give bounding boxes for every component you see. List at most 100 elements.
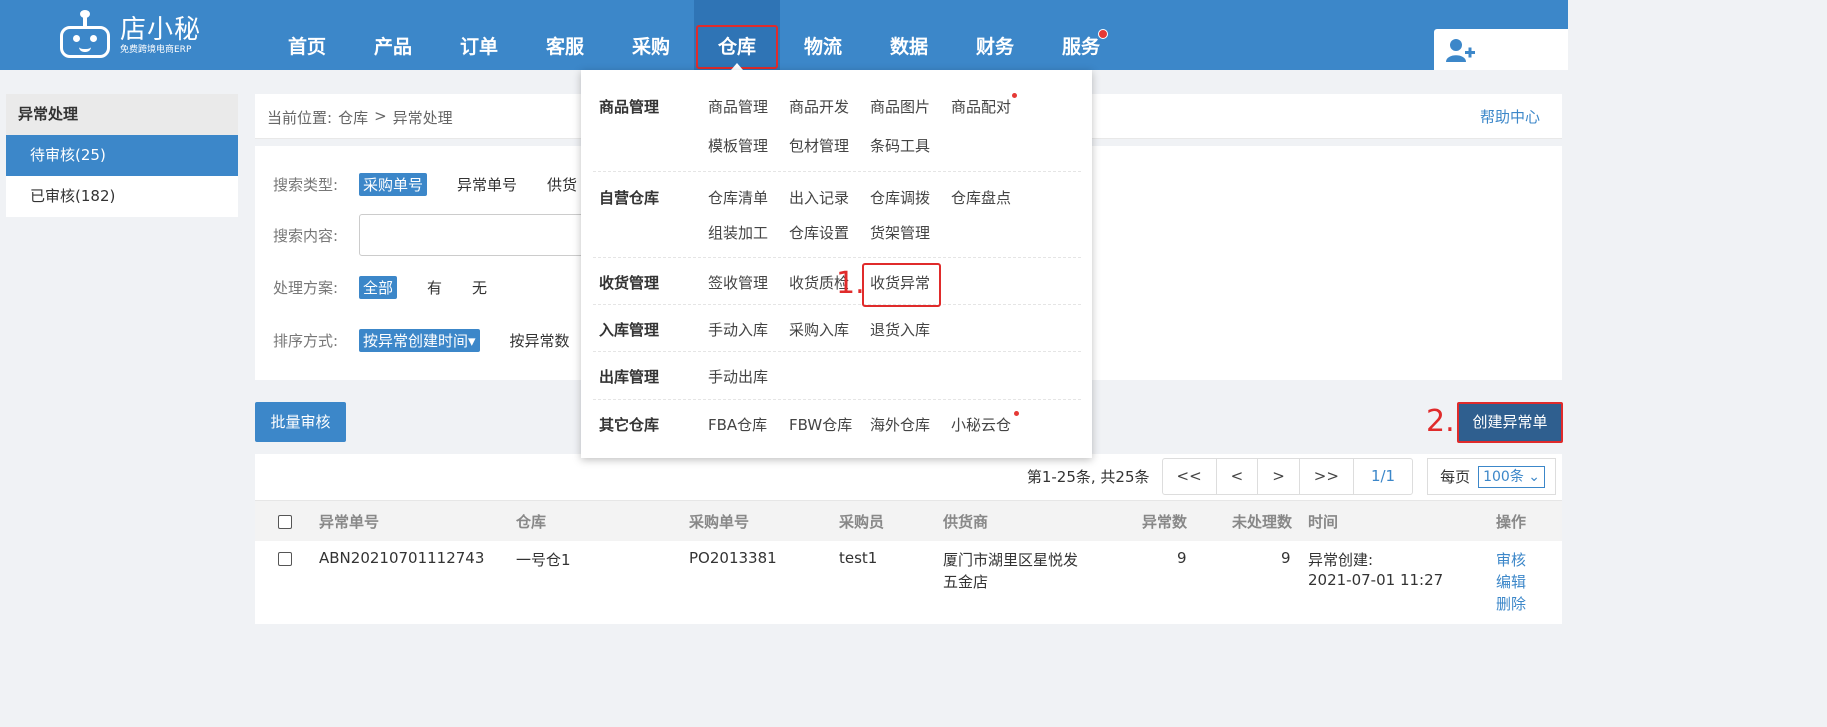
last-page-button[interactable]: >> <box>1300 459 1354 494</box>
menu-item-fbw[interactable]: FBW仓库 <box>789 414 852 435</box>
select-all-checkbox[interactable] <box>278 515 292 529</box>
prev-page-button[interactable]: < <box>1217 459 1259 494</box>
user-icon <box>1446 39 1475 62</box>
breadcrumb-warehouse[interactable]: 仓库 <box>338 107 368 128</box>
nav-orders[interactable]: 订单 <box>436 0 522 70</box>
sidebar-title: 异常处理 <box>6 94 238 135</box>
cell-warehouse: 一号仓1 <box>516 551 571 569</box>
breadcrumb-prefix: 当前位置: <box>267 109 333 127</box>
menu-group-title: 商品管理 <box>599 98 660 116</box>
menu-item-transfer[interactable]: 仓库调拨 <box>870 187 930 208</box>
breadcrumb: 当前位置: 仓库 > 异常处理 <box>267 107 453 128</box>
menu-item-goods-dev[interactable]: 商品开发 <box>789 96 849 117</box>
nav-finance[interactable]: 财务 <box>952 0 1038 70</box>
menu-item-goods-images[interactable]: 商品图片 <box>870 96 930 117</box>
nav-products[interactable]: 产品 <box>350 0 436 70</box>
per-page-select[interactable]: 100条 ⌄ <box>1478 465 1545 488</box>
menu-item-packaging[interactable]: 包材管理 <box>789 135 849 156</box>
menu-item-goods-matching[interactable]: 商品配对 <box>951 96 1011 117</box>
edit-link[interactable]: 编辑 <box>1496 571 1526 592</box>
col-time: 时间 <box>1308 513 1339 531</box>
cell-time-value: 2021-07-01 11:27 <box>1308 571 1444 589</box>
nav-logistics[interactable]: 物流 <box>780 0 866 70</box>
sidebar-item-reviewed[interactable]: 已审核(182) <box>6 176 238 217</box>
menu-item-assembly[interactable]: 组装加工 <box>708 222 768 243</box>
menu-item-goods-manage[interactable]: 商品管理 <box>708 96 768 117</box>
menu-group-title: 入库管理 <box>599 321 660 339</box>
next-page-button[interactable]: > <box>1258 459 1300 494</box>
menu-item-in-out-records[interactable]: 出入记录 <box>789 187 849 208</box>
create-exception-button[interactable]: 创建异常单 <box>1457 402 1563 443</box>
plan-yes[interactable]: 有 <box>427 277 442 298</box>
menu-item-overseas[interactable]: 海外仓库 <box>870 414 930 435</box>
menu-item-warehouse-settings[interactable]: 仓库设置 <box>789 222 849 243</box>
sort-label: 排序方式: <box>273 332 339 350</box>
col-exception-count: 异常数 <box>1142 513 1188 531</box>
robot-logo-icon <box>58 10 112 58</box>
menu-item-cloud-warehouse[interactable]: 小秘云仓 <box>951 414 1011 435</box>
sort-by-created-time[interactable]: 按异常创建时间▾ <box>359 329 480 352</box>
menu-group-outbound: 出库管理 手动出库 <box>593 352 1081 400</box>
page-indicator[interactable]: 1/1 <box>1354 459 1412 494</box>
review-link[interactable]: 审核 <box>1496 549 1526 570</box>
col-warehouse: 仓库 <box>516 513 547 531</box>
menu-item-purchase-inbound[interactable]: 采购入库 <box>789 319 849 340</box>
logo-title: 店小秘 <box>120 15 202 45</box>
search-content-label: 搜索内容: <box>273 226 339 245</box>
user-menu[interactable] <box>1434 29 1568 70</box>
search-type-supplier[interactable]: 供货 <box>547 174 577 195</box>
top-navbar: 店小秘 免费跨境电商ERP 首页 产品 订单 客服 采购 仓库 物流 数据 财务… <box>0 0 1568 70</box>
menu-group-title: 收货管理 <box>599 274 660 292</box>
logo-subtitle: 免费跨境电商ERP <box>120 45 192 55</box>
menu-item-sign-receipt[interactable]: 签收管理 <box>708 272 768 293</box>
menu-item-stocktaking[interactable]: 仓库盘点 <box>951 187 1011 208</box>
menu-item-return-inbound[interactable]: 退货入库 <box>870 319 930 340</box>
menu-item-shelf-manage[interactable]: 货架管理 <box>870 222 930 243</box>
menu-group-inbound: 入库管理 手动入库 采购入库 退货入库 <box>593 305 1081 352</box>
nav-home[interactable]: 首页 <box>264 0 350 70</box>
col-buyer: 采购员 <box>839 513 885 531</box>
col-unprocessed-count: 未处理数 <box>1232 513 1293 531</box>
logo[interactable]: 店小秘 免费跨境电商ERP <box>58 10 201 62</box>
cell-po-no: PO2013381 <box>689 549 777 567</box>
menu-item-barcode-tool[interactable]: 条码工具 <box>870 135 930 156</box>
menu-item-warehouse-list[interactable]: 仓库清单 <box>708 187 768 208</box>
menu-item-template[interactable]: 模板管理 <box>708 135 768 156</box>
sort-by-count[interactable]: 按异常数 <box>510 330 570 351</box>
nav-services-label: 服务 <box>1061 36 1100 58</box>
first-page-button[interactable]: << <box>1163 459 1217 494</box>
help-center-link[interactable]: 帮助中心 <box>1480 106 1540 127</box>
menu-group-own-warehouse: 自营仓库 仓库清单 出入记录 仓库调拨 仓库盘点 组装加工 仓库设置 货架管理 <box>593 172 1081 258</box>
nav-data[interactable]: 数据 <box>866 0 952 70</box>
menu-group-title: 出库管理 <box>599 368 660 386</box>
sidebar-item-pending[interactable]: 待审核(25) <box>6 135 238 176</box>
caret-up-icon <box>731 63 743 70</box>
search-type-exception-no[interactable]: 异常单号 <box>457 174 517 195</box>
highlight-box <box>862 263 941 307</box>
nav-purchase[interactable]: 采购 <box>608 0 694 70</box>
search-type-po[interactable]: 采购单号 <box>359 173 428 196</box>
nav-services[interactable]: 服务 <box>1038 0 1124 70</box>
col-actions: 操作 <box>1496 513 1527 531</box>
warehouse-dropdown-menu: 商品管理 商品管理 商品开发 商品图片 商品配对 模板管理 包材管理 条码工具 … <box>581 70 1092 458</box>
batch-review-button[interactable]: 批量审核 <box>255 402 346 442</box>
sort-row: 排序方式: 按异常创建时间▾ 按异常数 <box>273 329 570 352</box>
row-checkbox[interactable] <box>278 552 292 566</box>
plan-all[interactable]: 全部 <box>359 276 398 299</box>
menu-item-fba[interactable]: FBA仓库 <box>708 414 767 435</box>
per-page: 每页 100条 ⌄ <box>1427 458 1556 495</box>
menu-item-manual-outbound[interactable]: 手动出库 <box>708 366 768 387</box>
delete-link[interactable]: 删除 <box>1496 593 1526 614</box>
menu-group-title: 自营仓库 <box>599 189 660 207</box>
per-page-label: 每页 <box>1440 468 1471 486</box>
main-nav: 首页 产品 订单 客服 采购 仓库 物流 数据 财务 服务 <box>264 0 1124 70</box>
plan-no[interactable]: 无 <box>472 277 487 298</box>
pagination-info: 第1-25条, 共25条 <box>1026 468 1150 486</box>
nav-warehouse[interactable]: 仓库 <box>694 0 780 70</box>
nav-customer-service[interactable]: 客服 <box>522 0 608 70</box>
col-supplier: 供货商 <box>943 513 989 531</box>
plan-label: 处理方案: <box>273 279 339 297</box>
new-badge-dot <box>1012 93 1017 98</box>
menu-item-manual-inbound[interactable]: 手动入库 <box>708 319 768 340</box>
cell-unprocessed-count: 9 <box>1281 549 1291 567</box>
